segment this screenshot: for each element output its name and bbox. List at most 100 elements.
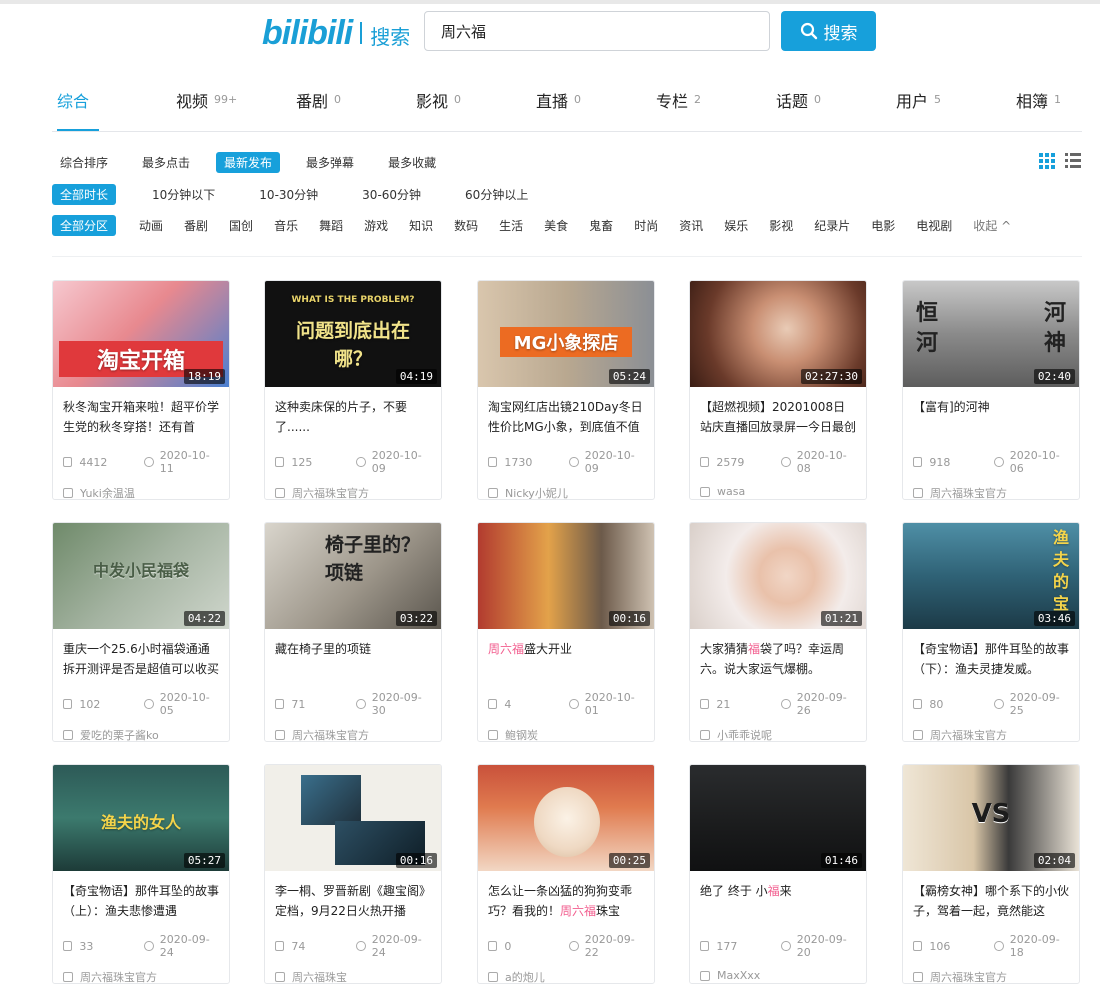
video-card[interactable]: 01:21 大家猜猜福袋了吗？幸运周六。说大家运气爆棚。 21 2020-09-… xyxy=(689,522,867,742)
zone-item[interactable]: 国创 xyxy=(224,215,258,236)
zone-item[interactable]: 电视剧 xyxy=(911,215,957,236)
video-thumbnail[interactable]: 渔夫的宝 03:46 xyxy=(903,523,1079,629)
video-title[interactable]: 秋冬淘宝开箱来啦！超平价学生党的秋冬穿搭！还有首 xyxy=(63,397,219,437)
order-danmaku[interactable]: 最多弹幕 xyxy=(298,152,362,173)
duration-over-60[interactable]: 60分钟以上 xyxy=(457,184,536,205)
uploader[interactable]: 周六福珠宝官方 xyxy=(913,969,1069,983)
duration-10-30[interactable]: 10-30分钟 xyxy=(251,184,326,205)
uploader[interactable]: a的炮儿 xyxy=(488,969,644,983)
uploader[interactable]: wasa xyxy=(700,485,856,498)
uploader[interactable]: 周六福珠宝 xyxy=(275,969,431,983)
order-favorite[interactable]: 最多收藏 xyxy=(380,152,444,173)
zone-item[interactable]: 美食 xyxy=(539,215,573,236)
video-title[interactable]: 【霸榜女神】哪个系下的小伙子，驾着一起，竟然能这 xyxy=(913,881,1069,921)
zone-item[interactable]: 电影 xyxy=(866,215,900,236)
grid-view-icon[interactable] xyxy=(1038,152,1056,170)
zone-item[interactable]: 知识 xyxy=(404,215,438,236)
list-view-icon[interactable] xyxy=(1064,152,1082,170)
video-title[interactable]: 大家猜猜福袋了吗？幸运周六。说大家运气爆棚。 xyxy=(700,639,856,679)
zone-collapse[interactable]: 收起 ^ xyxy=(968,215,1016,236)
video-title[interactable]: 【奇宝物语】那件耳坠的故事（上）：渔夫悲惨遭遇 xyxy=(63,881,219,921)
zone-item[interactable]: 音乐 xyxy=(269,215,303,236)
zone-all[interactable]: 全部分区 xyxy=(52,214,117,236)
zone-item[interactable]: 鬼畜 xyxy=(584,215,618,236)
video-card[interactable]: WHAT IS THE PROBLEM? 问题到底出在哪？ 04:19 这种卖床… xyxy=(264,280,442,500)
uploader[interactable]: Nicky小妮儿 xyxy=(488,485,644,499)
zone-item[interactable]: 纪录片 xyxy=(809,215,855,236)
uploader[interactable]: Yuki余温温 xyxy=(63,485,219,499)
video-title[interactable]: 周六福盛大开业 xyxy=(488,639,644,679)
video-card[interactable]: 淘宝开箱 18:19 秋冬淘宝开箱来啦！超平价学生党的秋冬穿搭！还有首 4412… xyxy=(52,280,230,500)
tab-photo[interactable]: 相簿 1 xyxy=(1016,88,1061,130)
video-card[interactable]: MG小象探店 05:24 淘宝网红店出镜210Day冬日性价比MG小象，到底值不… xyxy=(477,280,655,500)
zone-item[interactable]: 番剧 xyxy=(179,215,213,236)
video-thumbnail[interactable]: 02:27:30 xyxy=(690,281,866,387)
zone-item[interactable]: 娱乐 xyxy=(719,215,753,236)
video-title[interactable]: 【奇宝物语】那件耳坠的故事（下）：渔夫灵捷发威。 xyxy=(913,639,1069,679)
uploader[interactable]: 周六福珠宝官方 xyxy=(275,485,431,499)
duration-30-60[interactable]: 30-60分钟 xyxy=(354,184,429,205)
duration-under-10[interactable]: 10分钟以下 xyxy=(144,184,223,205)
video-thumbnail[interactable]: 01:46 xyxy=(690,765,866,871)
video-title[interactable]: 淘宝网红店出镜210Day冬日性价比MG小象，到底值不值得 xyxy=(488,397,644,437)
order-newest[interactable]: 最新发布 xyxy=(216,151,281,173)
video-card[interactable]: 恒河 河神 02:40 【富有]的河神 918 2020-10-06 周六福珠宝… xyxy=(902,280,1080,500)
video-thumbnail[interactable]: 恒河 河神 02:40 xyxy=(903,281,1079,387)
video-thumbnail[interactable]: 00:16 xyxy=(478,523,654,629)
video-card[interactable]: 中发小民福袋 04:22 重庆一个25.6小时福袋通通拆开测评是否是超值可以收买… xyxy=(52,522,230,742)
video-card[interactable]: 00:16 李一桐、罗晋新剧《趣宝阁》定档，9月22日火热开播 74 2020-… xyxy=(264,764,442,984)
video-thumbnail[interactable]: 中发小民福袋 04:22 xyxy=(53,523,229,629)
video-thumbnail[interactable]: 00:25 xyxy=(478,765,654,871)
video-card[interactable]: 02:27:30 【超燃视频】20201008日站庆直播回放录屏一今日最创新 2… xyxy=(689,280,867,500)
tab-bangumi[interactable]: 番剧 0 xyxy=(296,88,341,130)
video-thumbnail[interactable]: VS 02:04 xyxy=(903,765,1079,871)
uploader[interactable]: 周六福珠宝官方 xyxy=(275,727,431,741)
video-card[interactable]: 渔夫的宝 03:46 【奇宝物语】那件耳坠的故事（下）：渔夫灵捷发威。 80 2… xyxy=(902,522,1080,742)
uploader[interactable]: 周六福珠宝官方 xyxy=(63,969,219,983)
duration-all[interactable]: 全部时长 xyxy=(52,183,117,205)
video-thumbnail[interactable]: MG小象探店 05:24 xyxy=(478,281,654,387)
video-title[interactable]: 重庆一个25.6小时福袋通通拆开测评是否是超值可以收买只 xyxy=(63,639,219,679)
order-click[interactable]: 最多点击 xyxy=(134,152,198,173)
video-card[interactable]: 00:25 怎么让一条凶猛的狗狗变乖巧？看我的！周六福珠宝 0 2020-09-… xyxy=(477,764,655,984)
order-default[interactable]: 综合排序 xyxy=(52,152,116,173)
uploader[interactable]: 周六福珠宝官方 xyxy=(913,485,1069,499)
zone-item[interactable]: 动画 xyxy=(134,215,168,236)
uploader[interactable]: MaxXxx xyxy=(700,969,856,982)
tab-user[interactable]: 用户 5 xyxy=(896,88,941,130)
tab-all[interactable]: 综合 xyxy=(57,88,100,131)
zone-item[interactable]: 时尚 xyxy=(629,215,663,236)
search-input[interactable] xyxy=(424,11,770,51)
bilibili-logo[interactable]: bilibili 搜索 xyxy=(262,14,410,53)
uploader[interactable]: 鲍钢炭 xyxy=(488,727,644,741)
video-card[interactable]: VS 02:04 【霸榜女神】哪个系下的小伙子，驾着一起，竟然能这 106 20… xyxy=(902,764,1080,984)
video-title[interactable]: 【超燃视频】20201008日站庆直播回放录屏一今日最创新 xyxy=(700,397,856,437)
uploader[interactable]: 周六福珠宝官方 xyxy=(913,727,1069,741)
uploader[interactable]: 小乖乖说呢 xyxy=(700,727,856,741)
video-title[interactable]: 李一桐、罗晋新剧《趣宝阁》定档，9月22日火热开播 xyxy=(275,881,431,921)
video-title[interactable]: 绝了 终于 小福来 xyxy=(700,881,856,921)
zone-item[interactable]: 数码 xyxy=(449,215,483,236)
zone-item[interactable]: 影视 xyxy=(764,215,798,236)
zone-item[interactable]: 舞蹈 xyxy=(314,215,348,236)
tab-video[interactable]: 视频 99+ xyxy=(176,88,237,130)
video-card[interactable]: 渔夫的女人 05:27 【奇宝物语】那件耳坠的故事（上）：渔夫悲惨遭遇 33 2… xyxy=(52,764,230,984)
search-button[interactable]: 搜索 xyxy=(781,11,876,51)
video-title[interactable]: 怎么让一条凶猛的狗狗变乖巧？看我的！周六福珠宝 xyxy=(488,881,644,921)
video-thumbnail[interactable]: 椅子里的？项链 03:22 xyxy=(265,523,441,629)
video-thumbnail[interactable]: 01:21 xyxy=(690,523,866,629)
video-thumbnail[interactable]: 00:16 xyxy=(265,765,441,871)
video-card[interactable]: 01:46 绝了 终于 小福来 177 2020-09-20 MaxXxx xyxy=(689,764,867,984)
video-thumbnail[interactable]: WHAT IS THE PROBLEM? 问题到底出在哪？ 04:19 xyxy=(265,281,441,387)
tab-live[interactable]: 直播 0 xyxy=(536,88,581,130)
video-thumbnail[interactable]: 渔夫的女人 05:27 xyxy=(53,765,229,871)
zone-item[interactable]: 生活 xyxy=(494,215,528,236)
video-title[interactable]: 【富有]的河神 xyxy=(913,397,1069,437)
zone-item[interactable]: 游戏 xyxy=(359,215,393,236)
video-card[interactable]: 椅子里的？项链 03:22 藏在椅子里的项链 71 2020-09-30 周六福… xyxy=(264,522,442,742)
video-title[interactable]: 这种卖床保的片子，不要了...... xyxy=(275,397,431,437)
tab-article[interactable]: 专栏 2 xyxy=(656,88,701,130)
video-thumbnail[interactable]: 淘宝开箱 18:19 xyxy=(53,281,229,387)
tab-film[interactable]: 影视 0 xyxy=(416,88,461,130)
video-card[interactable]: 00:16 周六福盛大开业 4 2020-10-01 鲍钢炭 xyxy=(477,522,655,742)
